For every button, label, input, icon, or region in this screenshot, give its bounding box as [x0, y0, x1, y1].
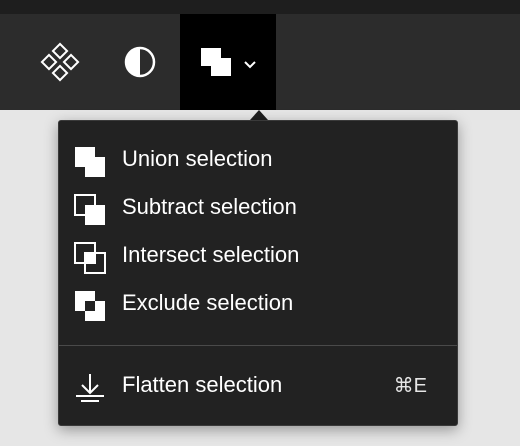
menu-item-label: Subtract selection — [122, 194, 297, 219]
menu-item-subtract-selection[interactable]: Subtract selection — [59, 185, 457, 229]
components-tool-button[interactable] — [30, 14, 90, 110]
menu-divider — [59, 345, 457, 346]
menu-item-label: Flatten selection — [122, 372, 283, 397]
top-strip — [0, 0, 520, 14]
menu-pointer — [250, 110, 268, 120]
boolean-operations-button[interactable] — [180, 14, 276, 110]
union-icon — [201, 48, 231, 76]
union-icon — [75, 147, 105, 177]
menu-item-intersect-selection[interactable]: Intersect selection — [59, 233, 457, 277]
menu-item-label: Intersect selection — [122, 242, 300, 267]
menu-item-flatten-selection[interactable]: Flatten selection ⌘E — [59, 363, 457, 407]
shortcut-hint: ⌘E — [393, 374, 427, 397]
toolbar — [0, 14, 520, 110]
intersect-icon — [74, 242, 106, 274]
boolean-operations-menu: Union selection Subtract selection Inter… — [58, 120, 458, 426]
flatten-icon — [76, 374, 104, 402]
menu-item-label: Union selection — [122, 146, 273, 171]
menu-item-exclude-selection[interactable]: Exclude selection — [59, 281, 457, 325]
menu-item-union-selection[interactable]: Union selection — [59, 137, 457, 181]
menu-item-label: Exclude selection — [122, 290, 294, 315]
chevron-down-icon — [244, 61, 256, 69]
subtract-icon — [74, 194, 105, 225]
mask-tool-button[interactable] — [110, 14, 170, 110]
components-icon — [40, 42, 80, 82]
exclude-icon — [75, 291, 105, 321]
mask-icon — [124, 46, 156, 78]
